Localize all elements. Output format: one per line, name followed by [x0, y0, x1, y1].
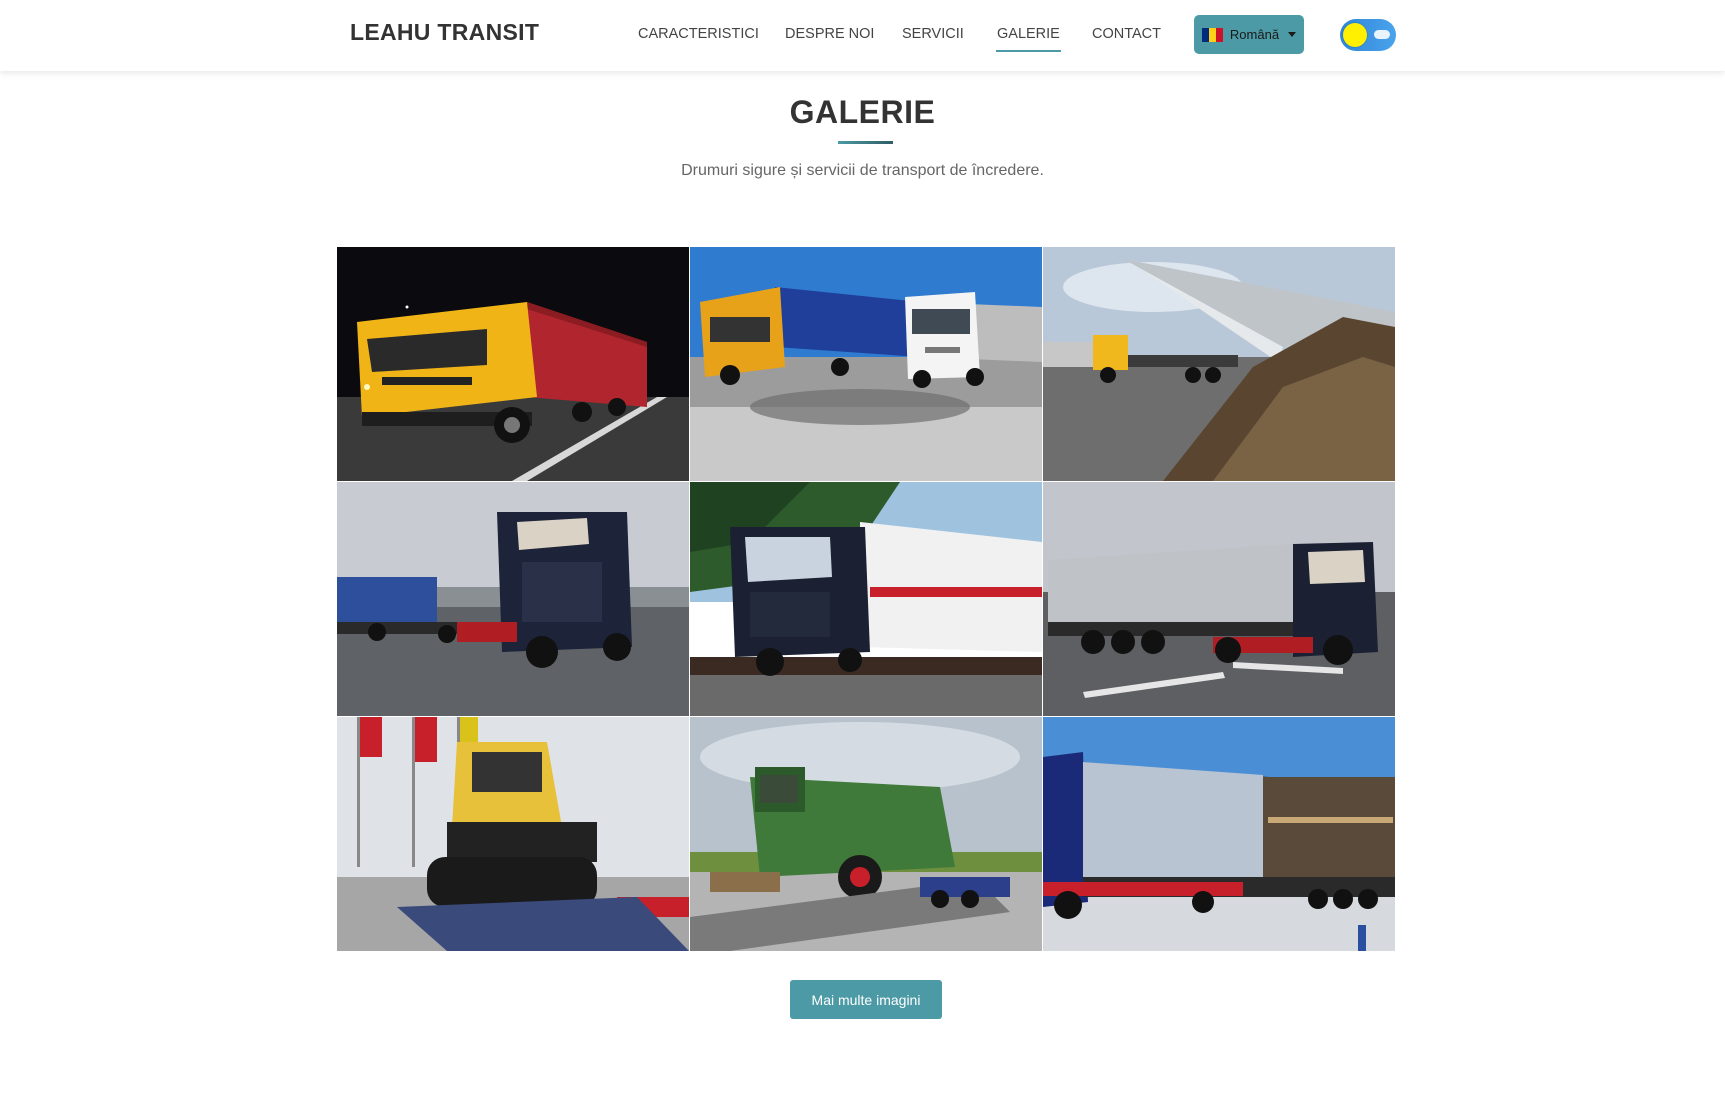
navbar: LEAHU TRANSIT CARACTERISTICI DESPRE NOI … [0, 0, 1725, 71]
nav-link-contact[interactable]: CONTACT [1092, 26, 1161, 42]
nav-link-galerie[interactable]: GALERIE [996, 26, 1061, 52]
nav-link-caracteristici[interactable]: CARACTERISTICI [638, 26, 759, 42]
title-underline [838, 141, 893, 144]
theme-toggle[interactable] [1340, 19, 1396, 51]
language-dropdown[interactable]: Română [1194, 15, 1304, 54]
nav-link-servicii[interactable]: SERVICII [902, 26, 964, 42]
photo-yellow-and-white-trucks-parking[interactable] [690, 247, 1042, 481]
more-images-button[interactable]: Mai multe imagini [790, 980, 942, 1019]
photo-dark-mercedes-lowbed-trailer[interactable] [337, 482, 689, 716]
romania-flag-icon [1201, 27, 1223, 42]
photo-yellow-iveco-truck-night[interactable] [337, 247, 689, 481]
cloud-icon [1374, 30, 1390, 39]
language-label: Română [1229, 27, 1280, 42]
gallery-grid [337, 247, 1395, 953]
caret-down-icon [1288, 32, 1297, 37]
sun-icon [1343, 23, 1367, 47]
section-title: GALERIE [789, 94, 936, 130]
photo-yellow-tracked-tractor-on-trailer[interactable] [337, 717, 689, 951]
photo-green-combine-harvester-on-trailer[interactable] [690, 717, 1042, 951]
brand-logo[interactable]: LEAHU TRANSIT [350, 19, 539, 46]
photo-mercedes-on-rail-wagon[interactable] [690, 482, 1042, 716]
photo-dark-truck-curtain-trailer[interactable] [1043, 482, 1395, 716]
photo-blue-truck-open-curtain-trailer[interactable] [1043, 717, 1395, 951]
photo-tipper-unloading-sugar-beets[interactable] [1043, 247, 1395, 481]
section-subtitle: Drumuri sigure și servicii de transport … [681, 162, 1044, 179]
nav-link-despre-noi[interactable]: DESPRE NOI [785, 26, 874, 42]
